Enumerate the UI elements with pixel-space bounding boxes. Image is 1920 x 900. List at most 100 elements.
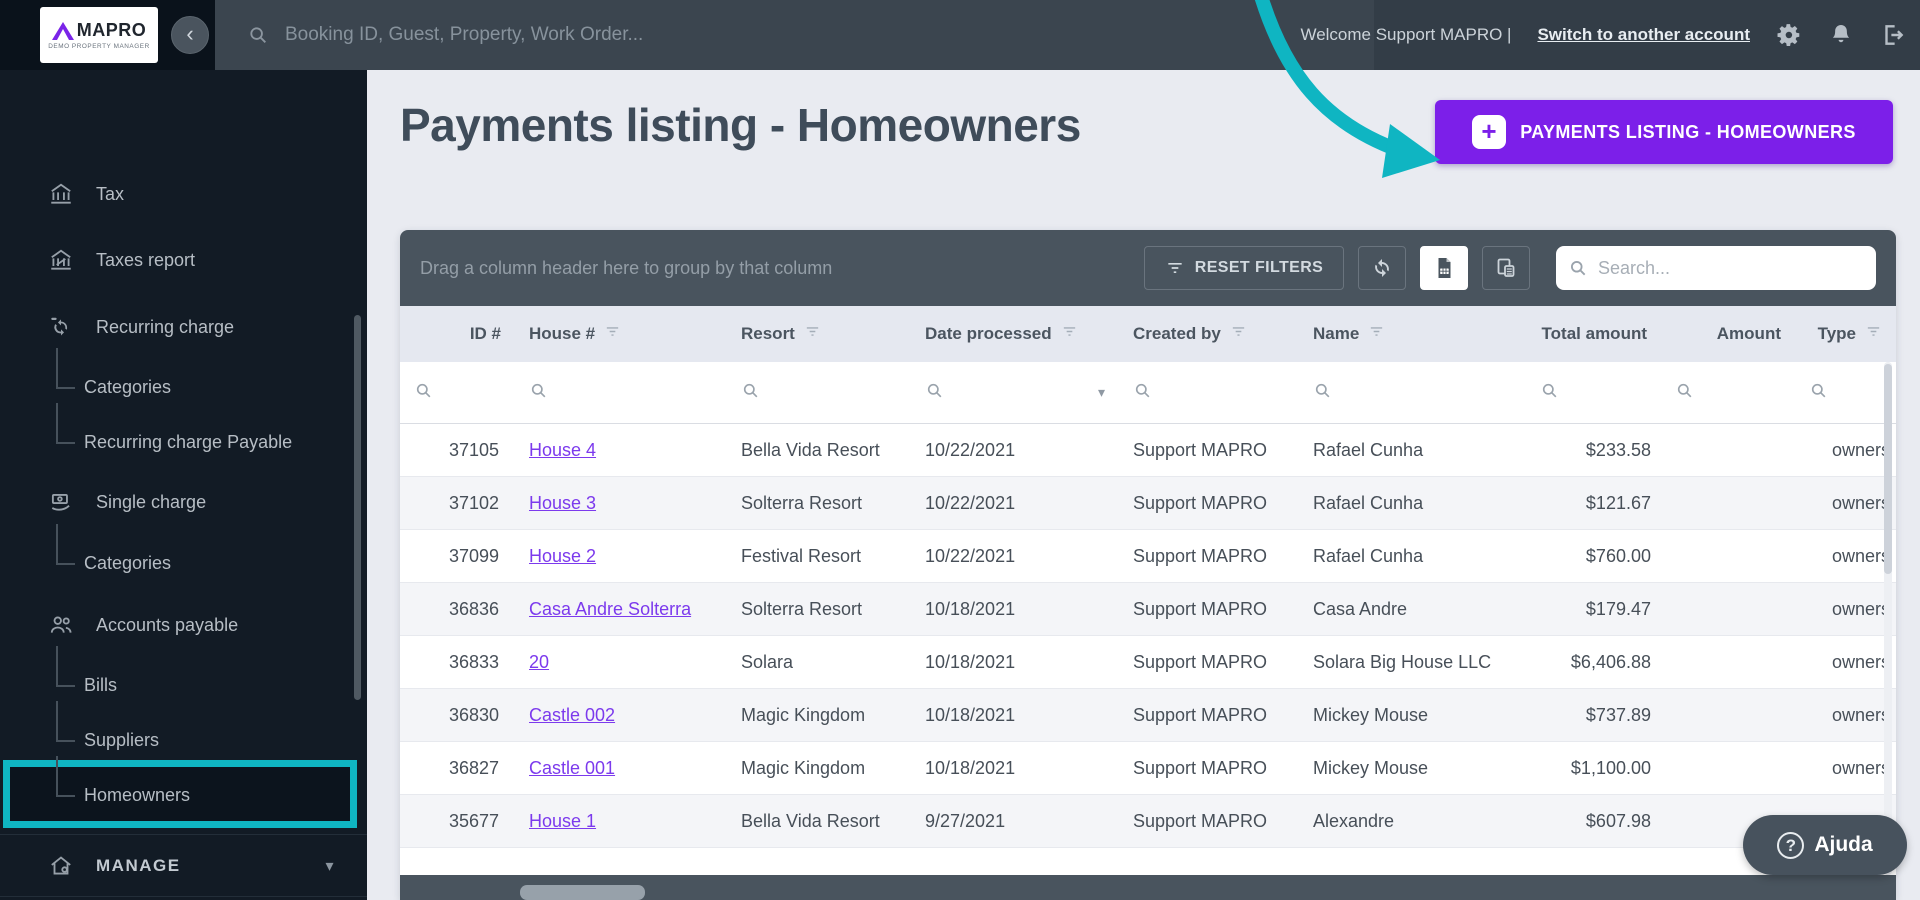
cell-date: 10/18/2021 xyxy=(911,742,1119,794)
gear-icon[interactable] xyxy=(1776,22,1802,48)
table-row[interactable]: 36827Castle 001Magic Kingdom10/18/2021Su… xyxy=(400,742,1896,795)
cell-resort: Magic Kingdom xyxy=(727,742,911,794)
export-xls-button[interactable] xyxy=(1420,246,1468,290)
filter-cell-house[interactable] xyxy=(515,362,727,423)
cell-date: 9/27/2021 xyxy=(911,795,1119,847)
house-link[interactable]: House 3 xyxy=(529,493,596,514)
table-row[interactable]: 35677House 1Bella Vida Resort9/27/2021Su… xyxy=(400,795,1896,848)
sidebar-collapse-button[interactable]: ‹ xyxy=(171,16,209,54)
sidebar-item-label: Accounts payable xyxy=(96,615,238,636)
column-header-date[interactable]: Date processed xyxy=(911,306,1119,362)
sidebar-item-single-charge[interactable]: Single charge xyxy=(0,480,367,524)
reset-filters-label: RESET FILTERS xyxy=(1195,259,1323,277)
house-link[interactable]: Castle 001 xyxy=(529,758,615,779)
column-header-type[interactable]: Type xyxy=(1795,306,1896,362)
house-link[interactable]: House 2 xyxy=(529,546,596,567)
cell-type: owners xyxy=(1795,424,1896,476)
column-filter-icon[interactable] xyxy=(1230,323,1247,345)
sidebar-item-taxes-report[interactable]: Taxes report xyxy=(0,238,367,282)
sidebar-item-booking[interactable]: BOOKING ▾ xyxy=(0,896,367,900)
grid-search-input[interactable] xyxy=(1598,258,1864,279)
refresh-button[interactable] xyxy=(1358,246,1406,290)
sidebar-item-manage[interactable]: MANAGE ▾ xyxy=(0,834,367,896)
reset-filters-button[interactable]: RESET FILTERS xyxy=(1144,246,1344,290)
house-link[interactable]: Castle 002 xyxy=(529,705,615,726)
switch-account-link[interactable]: Switch to another account xyxy=(1537,25,1750,45)
table-row[interactable]: 3683320Solara10/18/2021Support MAPROSola… xyxy=(400,636,1896,689)
table-row[interactable]: 37102House 3Solterra Resort10/22/2021Sup… xyxy=(400,477,1896,530)
cell-total: $1,100.00 xyxy=(1526,742,1661,794)
column-header-name[interactable]: Name xyxy=(1299,306,1526,362)
column-filter-icon[interactable] xyxy=(1865,323,1882,345)
search-icon xyxy=(1313,381,1332,405)
filter-cell-created[interactable] xyxy=(1119,362,1299,423)
table-row[interactable]: 36836 Casa Andre Solterra Solterra Resort1… xyxy=(400,583,1896,636)
filter-cell-amount[interactable] xyxy=(1661,362,1795,423)
brand-logo[interactable]: MAPRO DEMO PROPERTY MANAGER xyxy=(40,7,158,63)
filter-cell-type[interactable] xyxy=(1795,362,1896,423)
search-icon xyxy=(414,381,433,405)
filter-cell-name[interactable] xyxy=(1299,362,1526,423)
house-link[interactable]: House 1 xyxy=(529,811,596,832)
plus-icon: + xyxy=(1472,115,1506,149)
brand-tagline: DEMO PROPERTY MANAGER xyxy=(48,43,150,50)
sidebar-item-categories[interactable]: Categories xyxy=(0,541,367,585)
cell-id: 36836 xyxy=(400,583,515,635)
house-link[interactable]: 20 xyxy=(529,652,549,673)
grid-footer xyxy=(400,875,1896,900)
sidebar-item-recurring-charge[interactable]: Recurring charge xyxy=(0,305,367,349)
sidebar-nav: Tax Taxes report Recurring charge Catego… xyxy=(0,70,367,900)
column-filter-icon[interactable] xyxy=(1368,323,1385,345)
cell-date: 10/22/2021 xyxy=(911,530,1119,582)
column-header-created[interactable]: Created by xyxy=(1119,306,1299,362)
filter-cell-id[interactable] xyxy=(400,362,515,423)
house-link[interactable]: Casa Andre Solterra xyxy=(529,599,691,620)
column-header-label: Created by xyxy=(1133,324,1221,344)
vertical-scrollbar-thumb[interactable] xyxy=(1884,364,1892,574)
help-button[interactable]: ? Ajuda xyxy=(1743,815,1907,875)
filter-cell-total[interactable] xyxy=(1526,362,1661,423)
bell-icon[interactable] xyxy=(1828,22,1854,48)
column-header-id[interactable]: ID # xyxy=(400,306,515,362)
filter-cell-resort[interactable] xyxy=(727,362,911,423)
chevron-down-icon[interactable]: ▾ xyxy=(1098,384,1105,401)
table-row[interactable]: 37105House 4Bella Vida Resort10/22/2021S… xyxy=(400,424,1896,477)
logout-icon[interactable] xyxy=(1880,22,1906,48)
column-filter-icon[interactable] xyxy=(604,323,621,345)
column-header-house[interactable]: House # xyxy=(515,306,727,362)
logo-triangle-icon xyxy=(52,22,74,40)
vertical-scrollbar[interactable] xyxy=(1884,362,1892,875)
sidebar-item-label: Homeowners xyxy=(84,785,190,806)
horizontal-scrollbar-thumb[interactable] xyxy=(520,885,645,900)
search-icon xyxy=(1133,381,1152,405)
search-icon xyxy=(247,24,269,46)
column-header-resort[interactable]: Resort xyxy=(727,306,911,362)
column-header-total[interactable]: Total amount xyxy=(1526,306,1661,362)
table-row[interactable]: 37099House 2Festival Resort10/22/2021Sup… xyxy=(400,530,1896,583)
cell-resort: Solterra Resort xyxy=(727,583,911,635)
sidebar-item-tax[interactable]: Tax xyxy=(0,172,367,216)
global-search-input[interactable] xyxy=(285,24,1374,46)
cell-amount xyxy=(1661,477,1795,529)
column-chooser-button[interactable] xyxy=(1482,246,1530,290)
sidebar-item-label: Categories xyxy=(84,553,171,574)
cell-house: Castle 001 xyxy=(515,742,727,794)
sidebar-item-homeowners[interactable]: Homeowners xyxy=(0,773,367,817)
filter-cell-date[interactable]: ▾ xyxy=(911,362,1119,423)
house-link[interactable]: House 4 xyxy=(529,440,596,461)
search-icon xyxy=(529,381,548,405)
sidebar-item-recurring-charge-payable[interactable]: Recurring charge Payable xyxy=(0,420,367,464)
column-filter-icon[interactable] xyxy=(804,323,821,345)
add-button-label: PAYMENTS LISTING - HOMEOWNERS xyxy=(1520,122,1856,143)
sidebar-item-label: Bills xyxy=(84,675,117,696)
cell-date: 10/18/2021 xyxy=(911,636,1119,688)
column-header-amount[interactable]: Amount xyxy=(1661,306,1795,362)
search-icon xyxy=(1568,258,1588,278)
column-filter-icon[interactable] xyxy=(1061,323,1078,345)
sidebar-item-accounts-payable[interactable]: Accounts payable xyxy=(0,603,367,647)
table-row[interactable]: 36830Castle 002Magic Kingdom10/18/2021Su… xyxy=(400,689,1896,742)
payments-listing-add-button[interactable]: + PAYMENTS LISTING - HOMEOWNERS xyxy=(1435,100,1893,164)
cell-total: $737.89 xyxy=(1526,689,1661,741)
cell-date: 10/18/2021 xyxy=(911,583,1119,635)
cell-date: 10/22/2021 xyxy=(911,477,1119,529)
